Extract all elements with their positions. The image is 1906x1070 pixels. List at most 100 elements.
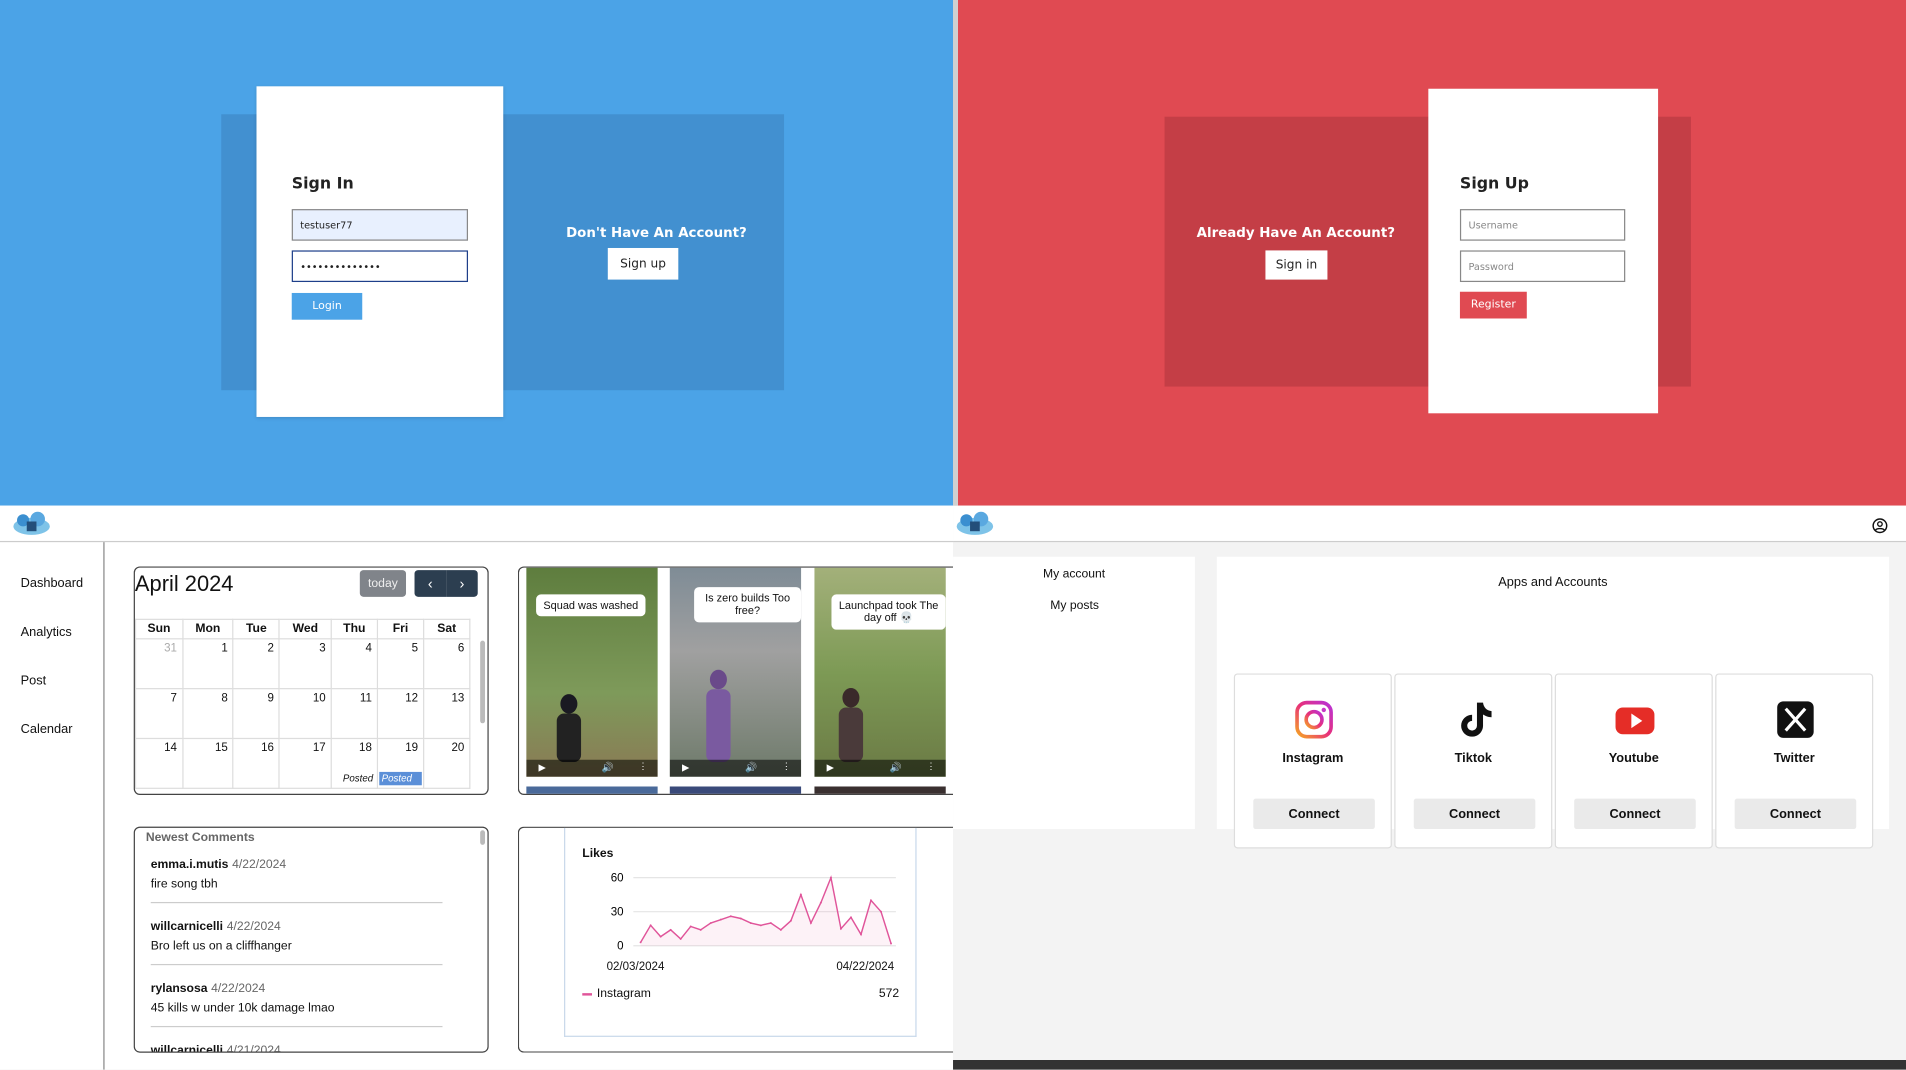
app-logo-icon[interactable] [954,511,995,538]
calendar-event[interactable]: Posted [333,772,376,785]
chevron-right-icon[interactable]: › [446,570,478,597]
volume-icon[interactable]: 🔊 [890,762,902,773]
data-point[interactable] [799,893,802,896]
comment-user[interactable]: rylansosa [151,982,208,995]
video-thumbnail[interactable]: Is zero builds Too free? ▶ 🔊 ⋮ [669,567,802,777]
more-icon[interactable]: ⋮ [926,761,936,772]
data-point[interactable] [769,922,772,925]
data-point[interactable] [759,924,762,927]
comment-item: willcarnicelli 4/22/2024 Bro left us on a… [150,914,443,966]
video-controls[interactable]: ▶ 🔊 ⋮ [526,759,658,777]
username-field[interactable]: testuser77 [291,209,469,241]
video-thumbnail-partial[interactable] [814,786,946,794]
play-icon[interactable]: ▶ [539,762,546,773]
signup-switch-button[interactable]: Sign up [607,247,679,280]
video-thumbnail[interactable]: Squad was washed ▶ 🔊 ⋮ [526,567,658,777]
more-icon[interactable]: ⋮ [782,761,792,772]
calendar-day[interactable]: 3 [278,638,332,690]
comment-user[interactable]: willcarnicelli [151,1044,223,1051]
data-point[interactable] [709,922,712,925]
calendar-day[interactable]: 16 [232,737,281,789]
data-point[interactable] [829,876,832,879]
today-button[interactable]: today [359,570,407,597]
calendar-day[interactable]: 12 [376,688,425,740]
video-thumbnail-partial[interactable] [526,786,658,794]
calendar-day[interactable]: 9 [232,688,281,740]
data-point[interactable] [839,927,842,930]
data-point[interactable] [689,925,692,928]
data-point[interactable] [639,941,642,944]
volume-icon[interactable]: 🔊 [602,762,614,773]
calendar-day[interactable]: 7 [134,688,184,740]
connect-tiktok-button[interactable]: Connect [1413,798,1536,830]
calendar-day[interactable]: 5 [376,638,425,690]
data-point[interactable] [679,937,682,940]
play-icon[interactable]: ▶ [827,762,834,773]
comments-scrollbar[interactable] [480,830,486,845]
video-controls[interactable]: ▶ 🔊 ⋮ [814,759,946,777]
menu-item-my-account[interactable]: My account [1043,568,1105,581]
data-point[interactable] [729,915,732,918]
data-point[interactable] [849,916,852,919]
video-controls[interactable]: ▶ 🔊 ⋮ [669,759,802,777]
video-thumbnail-partial[interactable] [669,786,802,794]
data-point[interactable] [669,928,672,931]
data-point[interactable] [719,918,722,921]
register-button[interactable]: Register [1459,291,1527,319]
data-point[interactable] [880,910,882,913]
sidebar-item-analytics[interactable]: Analytics [21,625,72,640]
more-icon[interactable]: ⋮ [638,761,648,772]
volume-icon[interactable]: 🔊 [745,762,757,773]
data-point[interactable] [699,928,702,931]
calendar-day[interactable]: 8 [181,688,234,740]
calendar-day[interactable]: 18 Posted [330,737,378,789]
signup-username-field[interactable]: Username [1459,209,1626,241]
comment-date: 4/22/2024 [226,920,281,934]
connect-instagram-button[interactable]: Connect [1253,798,1375,830]
calendar-day[interactable]: 19 Posted [376,737,425,789]
data-point[interactable] [819,901,822,904]
connect-youtube-button[interactable]: Connect [1574,798,1696,830]
connect-twitter-button[interactable]: Connect [1734,798,1857,830]
user-circle-icon[interactable] [1872,518,1888,534]
signup-password-field[interactable]: Password [1459,250,1626,283]
data-point[interactable] [779,928,782,931]
data-point[interactable] [789,919,792,922]
signin-switch-button[interactable]: Sign in [1265,250,1328,280]
data-point[interactable] [860,933,862,936]
login-button[interactable]: Login [291,292,363,320]
data-point[interactable] [870,899,872,902]
comment-user[interactable]: willcarnicelli [151,920,223,933]
data-point[interactable] [890,942,893,945]
data-point[interactable] [649,924,652,927]
sidebar-item-dashboard[interactable]: Dashboard [21,576,83,591]
calendar-day[interactable]: 17 [278,737,332,789]
chevron-left-icon[interactable]: ‹ [414,570,447,597]
calendar-event[interactable]: Posted [379,771,422,786]
menu-item-my-posts[interactable]: My posts [1050,599,1099,612]
comment-user[interactable]: emma.i.mutis [151,858,229,871]
calendar-day[interactable]: 20 [422,737,471,789]
sidebar-item-post[interactable]: Post [21,673,47,688]
calendar-day[interactable]: 31 [134,638,184,690]
calendar-day[interactable]: 14 [134,737,184,789]
calendar-day[interactable]: 1 [181,638,234,690]
data-point[interactable] [659,935,662,938]
sidebar-item-calendar[interactable]: Calendar [21,722,73,737]
calendar-scrollbar[interactable] [480,640,486,724]
day-number: 15 [214,741,228,755]
data-point[interactable] [749,922,752,925]
calendar-day[interactable]: 2 [232,638,281,690]
data-point[interactable] [809,922,812,925]
calendar-day[interactable]: 6 [422,638,471,690]
calendar-day[interactable]: 4 [330,638,378,690]
play-icon[interactable]: ▶ [682,762,689,773]
video-thumbnail[interactable]: Launchpad took The day off 💀 ▶ 🔊 ⋮ [814,567,946,777]
calendar-day[interactable]: 10 [278,688,332,740]
calendar-day[interactable]: 15 [181,737,234,789]
password-field[interactable]: •••••••••••••• [291,250,469,283]
calendar-day[interactable]: 11 [330,688,378,740]
calendar-day[interactable]: 13 [422,688,471,740]
data-point[interactable] [739,917,742,920]
app-logo-icon[interactable] [11,511,52,538]
